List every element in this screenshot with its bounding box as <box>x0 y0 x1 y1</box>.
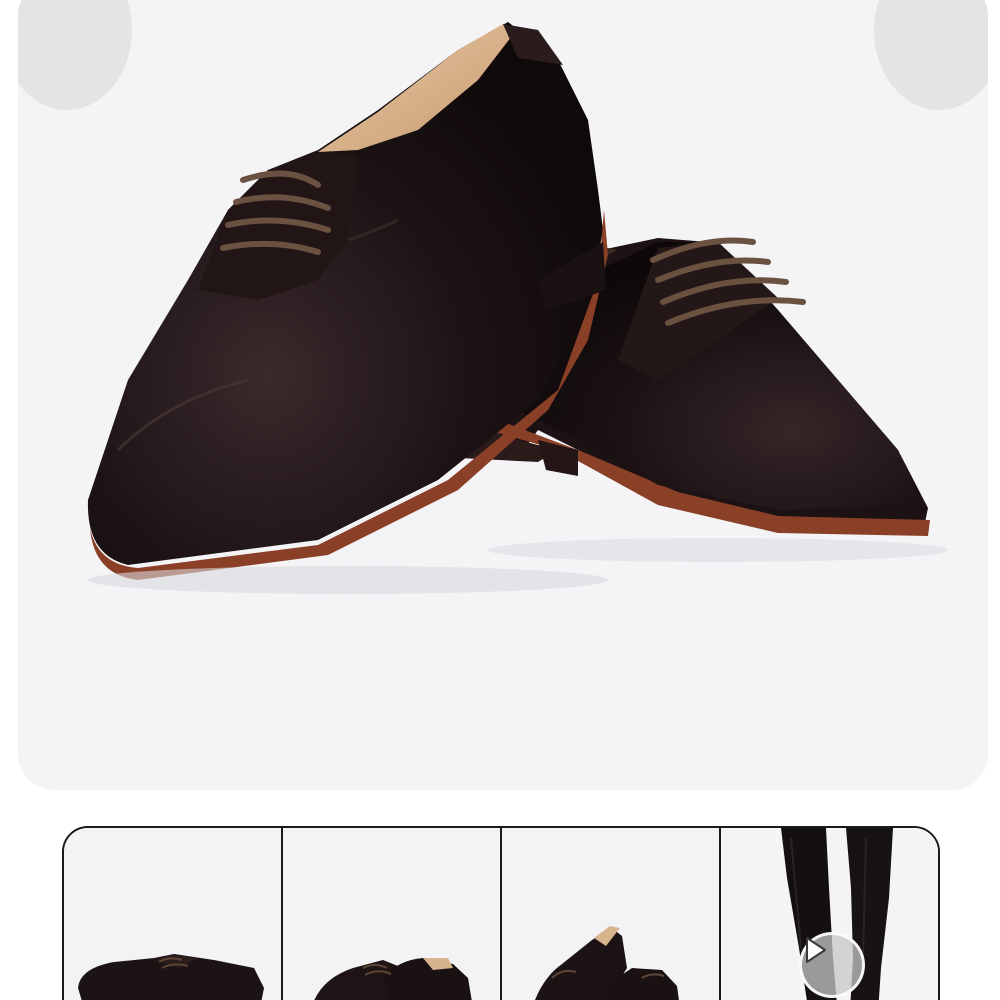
shoe-side-view-thumbnail-icon <box>78 954 264 1000</box>
thumbnail-1[interactable] <box>64 828 283 1000</box>
play-icon <box>806 937 826 963</box>
thumbnail-3[interactable] <box>502 828 721 1000</box>
shoe-pair-front-thumbnail-icon <box>314 958 472 1000</box>
main-product-image[interactable] <box>18 0 988 790</box>
thumbnail-2[interactable] <box>283 828 502 1000</box>
product-image-gallery <box>0 0 1000 1000</box>
shoe-pair-angle-thumbnail-icon <box>534 926 679 1000</box>
thumbnail-4-video[interactable] <box>721 828 938 1000</box>
oxford-shoes-illustration <box>87 22 948 594</box>
left-shoe <box>87 22 608 580</box>
play-video-button[interactable] <box>799 932 865 998</box>
thumbnail-strip <box>62 826 940 1000</box>
